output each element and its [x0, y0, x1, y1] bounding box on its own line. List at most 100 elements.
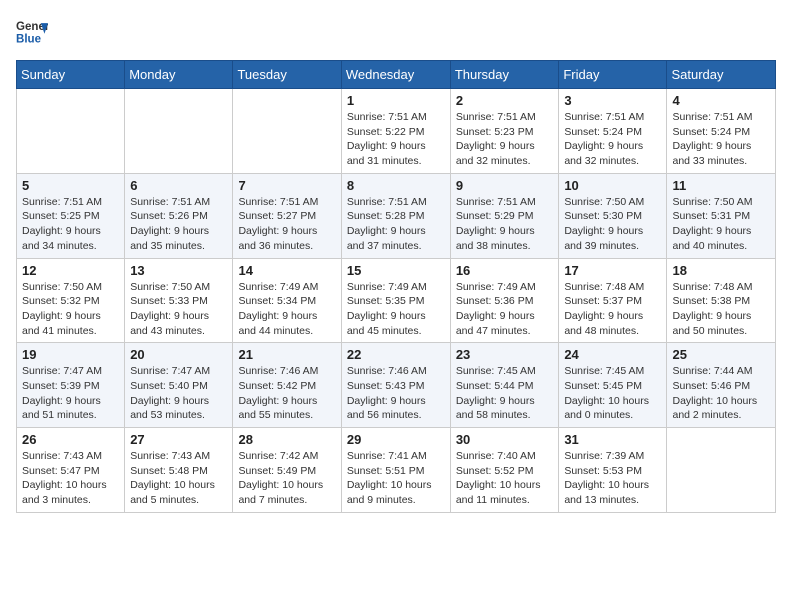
day-info: Sunrise: 7:39 AM Sunset: 5:53 PM Dayligh…	[564, 449, 661, 508]
calendar-week-row: 1Sunrise: 7:51 AM Sunset: 5:22 PM Daylig…	[17, 89, 776, 174]
calendar-cell: 12 Sunrise: 7:50 AM Sunset: 5:32 PM Dayli…	[17, 258, 125, 343]
calendar-week-row: 5Sunrise: 7:51 AM Sunset: 5:25 PM Daylig…	[17, 173, 776, 258]
calendar-cell: 18 Sunrise: 7:48 AM Sunset: 5:38 PM Dayli…	[667, 258, 776, 343]
calendar-cell: 25 Sunrise: 7:44 AM Sunset: 5:46 PM Dayli…	[667, 343, 776, 428]
calendar-cell: 4Sunrise: 7:51 AM Sunset: 5:24 PM Daylig…	[667, 89, 776, 174]
day-info: Sunrise: 7:47 AM Sunset: 5:40 PM Dayligh…	[130, 364, 227, 423]
day-info: Sunrise: 7:50 AM Sunset: 5:32 PM Dayligh…	[22, 280, 119, 339]
day-number: 17	[564, 263, 661, 278]
calendar-week-row: 12 Sunrise: 7:50 AM Sunset: 5:32 PM Dayli…	[17, 258, 776, 343]
calendar-cell	[233, 89, 341, 174]
day-info: Sunrise: 7:51 AM Sunset: 5:25 PM Dayligh…	[22, 195, 119, 254]
logo: General Blue	[16, 16, 48, 48]
day-number: 18	[672, 263, 770, 278]
day-number: 30	[456, 432, 554, 447]
calendar-cell	[17, 89, 125, 174]
day-of-week-header: Sunday	[17, 61, 125, 89]
calendar-cell: 14Sunrise: 7:49 AM Sunset: 5:34 PM Dayli…	[233, 258, 341, 343]
day-info: Sunrise: 7:47 AM Sunset: 5:39 PM Dayligh…	[22, 364, 119, 423]
calendar-header-row: SundayMondayTuesdayWednesdayThursdayFrid…	[17, 61, 776, 89]
day-info: Sunrise: 7:44 AM Sunset: 5:46 PM Dayligh…	[672, 364, 770, 423]
day-info: Sunrise: 7:46 AM Sunset: 5:43 PM Dayligh…	[347, 364, 445, 423]
day-info: Sunrise: 7:50 AM Sunset: 5:31 PM Dayligh…	[672, 195, 770, 254]
calendar-cell: 31 Sunrise: 7:39 AM Sunset: 5:53 PM Dayli…	[559, 428, 667, 513]
day-of-week-header: Tuesday	[233, 61, 341, 89]
day-number: 26	[22, 432, 119, 447]
calendar-cell: 22 Sunrise: 7:46 AM Sunset: 5:43 PM Dayli…	[341, 343, 450, 428]
calendar-cell: 8 Sunrise: 7:51 AM Sunset: 5:28 PM Daylig…	[341, 173, 450, 258]
calendar-cell: 7Sunrise: 7:51 AM Sunset: 5:27 PM Daylig…	[233, 173, 341, 258]
day-info: Sunrise: 7:48 AM Sunset: 5:37 PM Dayligh…	[564, 280, 661, 339]
day-number: 10	[564, 178, 661, 193]
day-info: Sunrise: 7:46 AM Sunset: 5:42 PM Dayligh…	[238, 364, 335, 423]
day-info: Sunrise: 7:49 AM Sunset: 5:34 PM Dayligh…	[238, 280, 335, 339]
day-info: Sunrise: 7:51 AM Sunset: 5:28 PM Dayligh…	[347, 195, 445, 254]
day-info: Sunrise: 7:41 AM Sunset: 5:51 PM Dayligh…	[347, 449, 445, 508]
day-of-week-header: Thursday	[450, 61, 559, 89]
day-info: Sunrise: 7:51 AM Sunset: 5:23 PM Dayligh…	[456, 110, 554, 169]
calendar-cell: 9Sunrise: 7:51 AM Sunset: 5:29 PM Daylig…	[450, 173, 559, 258]
calendar-cell: 3Sunrise: 7:51 AM Sunset: 5:24 PM Daylig…	[559, 89, 667, 174]
calendar-cell: 15 Sunrise: 7:49 AM Sunset: 5:35 PM Dayli…	[341, 258, 450, 343]
calendar-week-row: 19 Sunrise: 7:47 AM Sunset: 5:39 PM Dayli…	[17, 343, 776, 428]
calendar-cell	[667, 428, 776, 513]
day-of-week-header: Saturday	[667, 61, 776, 89]
day-number: 8	[347, 178, 445, 193]
calendar-cell: 10 Sunrise: 7:50 AM Sunset: 5:30 PM Dayli…	[559, 173, 667, 258]
day-number: 15	[347, 263, 445, 278]
calendar-cell: 17 Sunrise: 7:48 AM Sunset: 5:37 PM Dayli…	[559, 258, 667, 343]
day-info: Sunrise: 7:42 AM Sunset: 5:49 PM Dayligh…	[238, 449, 335, 508]
calendar-cell: 30Sunrise: 7:40 AM Sunset: 5:52 PM Dayli…	[450, 428, 559, 513]
day-number: 1	[347, 93, 445, 108]
day-number: 23	[456, 347, 554, 362]
day-number: 19	[22, 347, 119, 362]
calendar-cell: 11 Sunrise: 7:50 AM Sunset: 5:31 PM Dayli…	[667, 173, 776, 258]
day-number: 7	[238, 178, 335, 193]
calendar-cell	[125, 89, 233, 174]
day-info: Sunrise: 7:50 AM Sunset: 5:33 PM Dayligh…	[130, 280, 227, 339]
calendar-cell: 23 Sunrise: 7:45 AM Sunset: 5:44 PM Dayli…	[450, 343, 559, 428]
day-of-week-header: Monday	[125, 61, 233, 89]
day-of-week-header: Friday	[559, 61, 667, 89]
calendar-week-row: 26 Sunrise: 7:43 AM Sunset: 5:47 PM Dayli…	[17, 428, 776, 513]
day-number: 28	[238, 432, 335, 447]
day-number: 20	[130, 347, 227, 362]
day-number: 13	[130, 263, 227, 278]
calendar-cell: 20 Sunrise: 7:47 AM Sunset: 5:40 PM Dayli…	[125, 343, 233, 428]
day-info: Sunrise: 7:45 AM Sunset: 5:45 PM Dayligh…	[564, 364, 661, 423]
calendar-cell: 13 Sunrise: 7:50 AM Sunset: 5:33 PM Dayli…	[125, 258, 233, 343]
day-number: 4	[672, 93, 770, 108]
calendar-table: SundayMondayTuesdayWednesdayThursdayFrid…	[16, 60, 776, 513]
calendar-cell: 5Sunrise: 7:51 AM Sunset: 5:25 PM Daylig…	[17, 173, 125, 258]
day-number: 16	[456, 263, 554, 278]
logo-icon: General Blue	[16, 16, 48, 48]
calendar-cell: 19 Sunrise: 7:47 AM Sunset: 5:39 PM Dayli…	[17, 343, 125, 428]
day-info: Sunrise: 7:43 AM Sunset: 5:48 PM Dayligh…	[130, 449, 227, 508]
day-number: 9	[456, 178, 554, 193]
calendar-cell: 2Sunrise: 7:51 AM Sunset: 5:23 PM Daylig…	[450, 89, 559, 174]
calendar-cell: 26 Sunrise: 7:43 AM Sunset: 5:47 PM Dayli…	[17, 428, 125, 513]
day-info: Sunrise: 7:51 AM Sunset: 5:26 PM Dayligh…	[130, 195, 227, 254]
day-number: 12	[22, 263, 119, 278]
calendar-cell: 27 Sunrise: 7:43 AM Sunset: 5:48 PM Dayli…	[125, 428, 233, 513]
day-of-week-header: Wednesday	[341, 61, 450, 89]
day-info: Sunrise: 7:51 AM Sunset: 5:24 PM Dayligh…	[564, 110, 661, 169]
calendar-cell: 24Sunrise: 7:45 AM Sunset: 5:45 PM Dayli…	[559, 343, 667, 428]
day-number: 25	[672, 347, 770, 362]
day-info: Sunrise: 7:45 AM Sunset: 5:44 PM Dayligh…	[456, 364, 554, 423]
day-number: 31	[564, 432, 661, 447]
day-number: 22	[347, 347, 445, 362]
calendar-cell: 21 Sunrise: 7:46 AM Sunset: 5:42 PM Dayli…	[233, 343, 341, 428]
day-info: Sunrise: 7:48 AM Sunset: 5:38 PM Dayligh…	[672, 280, 770, 339]
day-number: 6	[130, 178, 227, 193]
day-info: Sunrise: 7:49 AM Sunset: 5:35 PM Dayligh…	[347, 280, 445, 339]
day-number: 11	[672, 178, 770, 193]
calendar-cell: 1Sunrise: 7:51 AM Sunset: 5:22 PM Daylig…	[341, 89, 450, 174]
calendar-cell: 28 Sunrise: 7:42 AM Sunset: 5:49 PM Dayli…	[233, 428, 341, 513]
day-number: 21	[238, 347, 335, 362]
day-number: 27	[130, 432, 227, 447]
calendar-cell: 29Sunrise: 7:41 AM Sunset: 5:51 PM Dayli…	[341, 428, 450, 513]
day-info: Sunrise: 7:50 AM Sunset: 5:30 PM Dayligh…	[564, 195, 661, 254]
day-info: Sunrise: 7:43 AM Sunset: 5:47 PM Dayligh…	[22, 449, 119, 508]
calendar-cell: 6 Sunrise: 7:51 AM Sunset: 5:26 PM Daylig…	[125, 173, 233, 258]
